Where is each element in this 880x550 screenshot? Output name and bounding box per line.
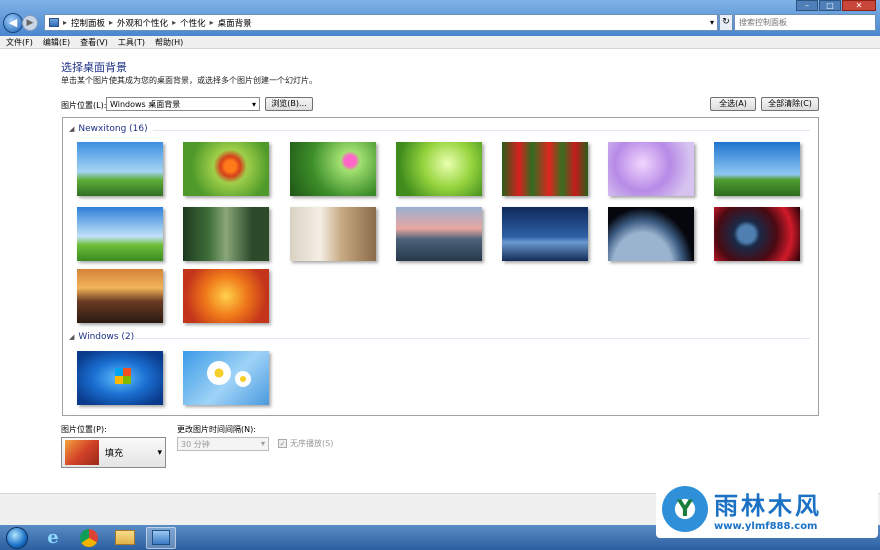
wallpaper-thumbnail[interactable] — [608, 142, 694, 196]
control-panel-icon — [152, 530, 170, 545]
interval-label: 更改图片时间间隔(N): — [177, 425, 256, 434]
refresh-icon[interactable]: ↻ — [719, 14, 733, 31]
wallpaper-thumbnail[interactable] — [396, 207, 482, 261]
page-description: 单击某个图片使其成为您的桌面背景，或选择多个图片创建一个幻灯片。 — [61, 76, 317, 85]
wallpaper-thumbnail[interactable] — [290, 207, 376, 261]
folder-icon — [115, 530, 135, 545]
wallpaper-thumbnail[interactable] — [290, 142, 376, 196]
internet-explorer-icon: e — [47, 527, 59, 548]
group-divider — [153, 130, 810, 131]
address-bar[interactable]: ▸ 控制面板 ▸ 外观和个性化 ▸ 个性化 ▸ 桌面背景 ▾ — [44, 14, 718, 31]
taskbar-ie[interactable]: e — [38, 527, 68, 549]
wallpaper-thumbnail[interactable] — [77, 269, 163, 323]
group-label: Windows (2) — [78, 332, 135, 342]
taskbar-control-panel[interactable] — [146, 526, 176, 549]
taskbar-chrome[interactable] — [74, 527, 104, 549]
browse-button[interactable]: 浏览(B)... — [265, 97, 313, 111]
chevron-right-icon: ▸ — [63, 18, 68, 27]
search-input[interactable] — [734, 14, 876, 31]
breadcrumb-control-panel[interactable]: 控制面板 — [71, 17, 105, 29]
interval-select[interactable]: 30 分钟 ▾ — [177, 437, 269, 451]
wallpaper-thumbnail[interactable] — [502, 142, 588, 196]
chevron-right-icon: ▸ — [172, 18, 177, 27]
back-button[interactable]: ◀ — [3, 13, 23, 33]
taskbar-explorer[interactable] — [110, 527, 140, 549]
shuffle-checkbox[interactable]: ✓ — [278, 439, 287, 448]
menu-bar: 文件(F) 编辑(E) 查看(V) 工具(T) 帮助(H) — [0, 36, 880, 49]
wallpaper-thumbnail[interactable] — [396, 142, 482, 196]
select-all-button[interactable]: 全选(A) — [710, 97, 756, 111]
breadcrumb-appearance[interactable]: 外观和个性化 — [117, 17, 168, 29]
menu-file[interactable]: 文件(F) — [6, 37, 33, 48]
start-button[interactable] — [2, 526, 32, 549]
picture-position-label: 图片位置(P): — [61, 425, 107, 434]
wallpaper-thumbnail[interactable] — [183, 142, 269, 196]
windows-orb-icon — [6, 526, 28, 549]
wallpaper-thumbnail[interactable] — [77, 142, 163, 196]
daisy-flower-icon — [235, 371, 251, 387]
menu-edit[interactable]: 编辑(E) — [43, 37, 70, 48]
picture-location-select[interactable]: Windows 桌面背景 ▾ — [106, 97, 260, 111]
chevron-right-icon: ▸ — [209, 18, 214, 27]
group-header-newxitong[interactable]: ◢ Newxitong (16) — [69, 124, 148, 134]
chevron-down-icon[interactable]: ▾ — [710, 18, 714, 27]
interval-value: 30 分钟 — [181, 440, 210, 449]
close-button[interactable]: ✕ — [842, 0, 876, 11]
collapse-triangle-icon: ◢ — [69, 333, 75, 341]
chevron-down-icon: ▾ — [251, 99, 256, 109]
chevron-right-icon: ▸ — [109, 18, 114, 27]
group-header-windows[interactable]: ◢ Windows (2) — [69, 332, 134, 342]
maximize-button[interactable]: □ — [819, 0, 841, 11]
wallpaper-thumbnail[interactable] — [183, 269, 269, 323]
breadcrumb-desktop-background[interactable]: 桌面背景 — [218, 17, 252, 29]
breadcrumb-personalization[interactable]: 个性化 — [180, 17, 206, 29]
picture-location-label: 图片位置(L): — [61, 101, 107, 110]
page-title: 选择桌面背景 — [61, 61, 127, 74]
wallpaper-thumbnail[interactable] — [502, 207, 588, 261]
menu-view[interactable]: 查看(V) — [80, 37, 108, 48]
wallpaper-thumbnail[interactable] — [77, 207, 163, 261]
watermark-text: 雨林木风 www.ylmf888.com — [714, 486, 822, 532]
position-preview-thumbnail — [65, 440, 99, 465]
group-divider — [133, 338, 810, 339]
shuffle-label: 无序播放(S) — [290, 439, 334, 448]
wallpaper-thumbnail[interactable] — [183, 351, 269, 405]
chevron-down-icon: ▾ — [157, 447, 162, 458]
menu-tools[interactable]: 工具(T) — [118, 37, 145, 48]
picture-position-select[interactable]: 填充 ▾ — [61, 437, 166, 468]
shuffle-option[interactable]: ✓ 无序播放(S) — [278, 438, 333, 449]
watermark: Y 雨林木风 www.ylmf888.com — [656, 480, 878, 538]
wallpaper-thumbnail[interactable] — [608, 207, 694, 261]
control-panel-icon — [49, 18, 59, 27]
daisy-flower-icon — [207, 361, 231, 385]
wallpaper-thumbnail[interactable] — [714, 207, 800, 261]
menu-help[interactable]: 帮助(H) — [155, 37, 183, 48]
window-titlebar: ◀ ▶ ▸ 控制面板 ▸ 外观和个性化 ▸ 个性化 ▸ 桌面背景 ▾ ↻ – □… — [0, 0, 880, 36]
picture-location-value: Windows 桌面背景 — [110, 99, 181, 109]
watermark-url: www.ylmf888.com — [714, 521, 818, 532]
wallpaper-gallery: ◢ Newxitong (16) ◢ Windows (2) — [62, 117, 819, 416]
minimize-button[interactable]: – — [796, 0, 818, 11]
chevron-down-icon: ▾ — [260, 439, 265, 448]
group-label: Newxitong (16) — [78, 124, 148, 134]
window-controls: – □ ✕ — [796, 0, 876, 11]
chrome-icon — [80, 528, 98, 547]
picture-position-value: 填充 — [105, 449, 124, 459]
wallpaper-thumbnail[interactable] — [183, 207, 269, 261]
main-content: 选择桌面背景 单击某个图片使其成为您的桌面背景，或选择多个图片创建一个幻灯片。 … — [0, 49, 880, 493]
collapse-triangle-icon: ◢ — [69, 125, 75, 133]
wallpaper-thumbnail[interactable] — [77, 351, 163, 405]
windows-logo-icon — [115, 368, 131, 384]
watermark-title: 雨林木风 — [714, 492, 822, 520]
clear-all-button[interactable]: 全部清除(C) — [761, 97, 819, 111]
forward-button[interactable]: ▶ — [22, 15, 38, 31]
ylmf-logo-icon: Y — [662, 486, 708, 532]
wallpaper-thumbnail[interactable] — [714, 142, 800, 196]
